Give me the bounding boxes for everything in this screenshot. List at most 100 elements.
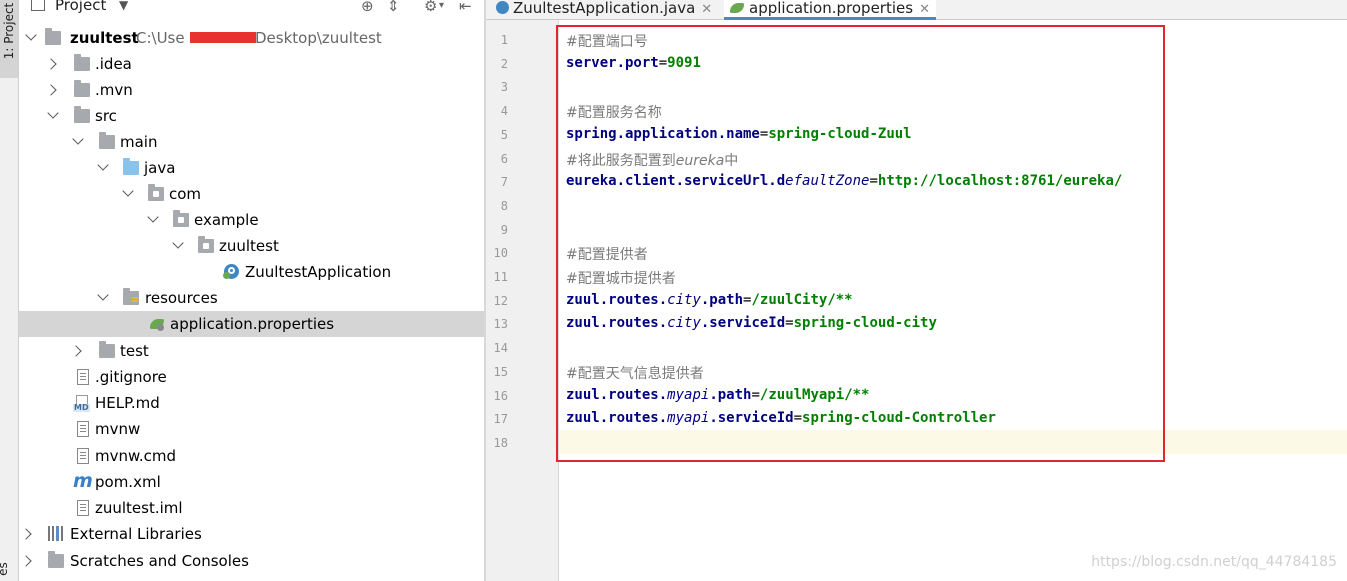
package-icon [198, 236, 214, 253]
tree-node-label: .gitignore [95, 368, 167, 386]
text-file-icon [77, 369, 89, 385]
tree-node-label: zuultest [70, 29, 139, 47]
chevron-right-icon[interactable] [45, 84, 57, 96]
chevron-down-icon[interactable] [147, 211, 159, 223]
chevron-down-icon[interactable] [25, 29, 37, 41]
tree-node-label: resources [145, 289, 218, 307]
spring-boot-class-icon [223, 264, 239, 279]
project-panel: Project ▼ ⊕ ⇕ ⚙ ▾ ⇤ zuultest C:\Use Desk… [19, 0, 484, 581]
chevron-down-icon[interactable] [172, 237, 184, 249]
tree-node-test[interactable]: test [19, 338, 484, 364]
project-tool-tab[interactable]: 1: Project [0, 0, 18, 78]
tree-node-label: main [120, 133, 158, 151]
markdown-file-icon: MD [73, 395, 90, 412]
resources-folder-icon [123, 288, 139, 305]
package-icon [148, 184, 164, 201]
chevron-down-icon[interactable] [97, 159, 109, 171]
tree-node-zuultest-iml[interactable]: zuultest.iml [19, 495, 484, 521]
watermark: https://blog.csdn.net/qq_44784185 [1091, 554, 1337, 570]
tree-node-idea[interactable]: .idea [19, 51, 484, 77]
tab-label: application.properties [749, 0, 914, 17]
tree-node-label: External Libraries [70, 525, 202, 543]
tree-node-main[interactable]: main [19, 129, 484, 155]
chevron-down-icon[interactable] [97, 289, 109, 301]
collapse-all-icon[interactable]: ⇕ [387, 0, 400, 15]
tree-node-external-libraries[interactable]: External Libraries [19, 521, 484, 547]
folder-icon [74, 80, 90, 97]
tree-node-gitignore[interactable]: .gitignore [19, 364, 484, 390]
maven-icon: m [73, 470, 93, 492]
project-tool-tab-label: 1: Project [2, 2, 16, 60]
tree-node-mvn[interactable]: .mvn [19, 77, 484, 103]
settings-dropdown-icon[interactable]: ▾ [439, 0, 444, 11]
tree-node-zuultest-application[interactable]: ZuultestApplication [19, 259, 484, 285]
tree-node-application-properties[interactable]: application.properties [19, 311, 484, 337]
tree-node-scratches[interactable]: Scratches and Consoles [19, 548, 484, 574]
tree-node-label: HELP.md [95, 394, 160, 412]
line-number: 17 [493, 412, 508, 426]
tree-node-label: mvnw [95, 420, 141, 438]
line-number: 8 [500, 199, 508, 213]
highlight-box [556, 25, 1165, 462]
libraries-icon [48, 526, 66, 541]
folder-icon [99, 341, 115, 358]
chevron-down-icon[interactable]: ▼ [119, 0, 128, 12]
tree-node-zuultest-package[interactable]: zuultest [19, 233, 484, 259]
close-icon[interactable]: ✕ [919, 2, 930, 17]
tree-node-label: com [169, 185, 202, 203]
chevron-down-icon[interactable] [72, 133, 84, 145]
line-number: 5 [500, 128, 508, 142]
folder-icon [74, 54, 90, 71]
tab-application-properties[interactable]: application.properties ✕ [724, 0, 936, 20]
chevron-down-icon[interactable] [122, 185, 134, 197]
tree-node-path: C:\Use [136, 29, 185, 47]
project-panel-title[interactable]: Project [55, 0, 106, 14]
chevron-down-icon[interactable] [47, 107, 59, 119]
spring-properties-icon [730, 3, 744, 13]
structure-tool-tab[interactable]: es [0, 562, 10, 576]
hide-panel-icon[interactable]: ⇤ [459, 0, 472, 15]
close-icon[interactable]: ✕ [701, 2, 712, 17]
tree-node-java[interactable]: java [19, 155, 484, 181]
gear-icon[interactable]: ⚙ [424, 0, 437, 15]
line-number: 11 [493, 270, 508, 284]
chevron-right-icon[interactable] [20, 528, 32, 540]
line-number: 15 [493, 365, 508, 379]
tree-node-zuultest-root[interactable]: zuultest C:\Use Desktop\zuultest [19, 25, 484, 51]
line-number: 16 [493, 389, 508, 403]
spring-properties-icon [149, 316, 165, 332]
tree-node-label: java [144, 159, 176, 177]
project-view-icon [31, 0, 45, 11]
tree-node-label: application.properties [170, 315, 335, 333]
tree-node-mvnw-cmd[interactable]: mvnw.cmd [19, 443, 484, 469]
package-icon [173, 210, 189, 227]
module-file-icon [77, 500, 89, 516]
line-number: 14 [493, 341, 508, 355]
chevron-right-icon[interactable] [70, 345, 82, 357]
tool-window-strip [0, 0, 19, 581]
tree-node-label: .idea [95, 55, 132, 73]
chevron-right-icon[interactable] [45, 58, 57, 70]
tree-node-label: zuultest [219, 237, 279, 255]
tab-label: ZuultestApplication.java [513, 0, 696, 17]
tree-node-label: Scratches and Consoles [70, 552, 249, 570]
tree-node-mvnw[interactable]: mvnw [19, 416, 484, 442]
locate-icon[interactable]: ⊕ [361, 0, 374, 15]
chevron-right-icon[interactable] [20, 555, 32, 567]
tab-zuultest-application-java[interactable]: ZuultestApplication.java ✕ [496, 0, 712, 19]
tree-node-src[interactable]: src [19, 103, 484, 129]
tree-node-label: mvnw.cmd [95, 447, 177, 465]
line-number: 2 [500, 57, 508, 71]
tree-node-pom-xml[interactable]: m pom.xml [19, 469, 484, 495]
line-number: 6 [500, 152, 508, 166]
line-number: 7 [500, 175, 508, 189]
folder-icon [74, 106, 90, 123]
tree-node-label: pom.xml [95, 473, 161, 491]
tree-node-example[interactable]: example [19, 207, 484, 233]
line-number: 13 [493, 317, 508, 331]
tree-node-label: ZuultestApplication [245, 263, 392, 281]
tree-node-resources[interactable]: resources [19, 285, 484, 311]
tree-node-com[interactable]: com [19, 181, 484, 207]
tree-node-help-md[interactable]: MD HELP.md [19, 390, 484, 416]
line-number: 10 [493, 246, 508, 260]
